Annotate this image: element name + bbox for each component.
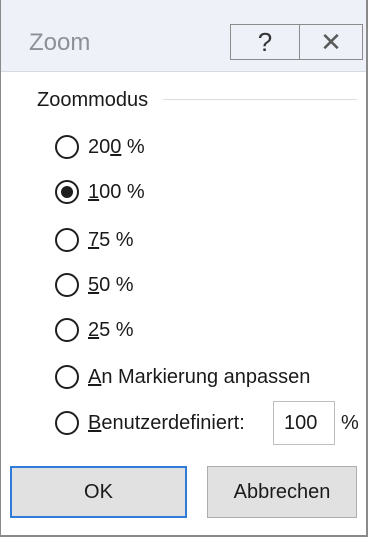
custom-zoom-input[interactable] bbox=[273, 401, 335, 445]
radio-option-custom[interactable]: Benutzerdefiniert: bbox=[55, 410, 245, 436]
radio-button[interactable] bbox=[55, 180, 79, 204]
radio-option-fit-selection[interactable]: An Markierung anpassen bbox=[55, 364, 310, 390]
dialog-title: Zoom bbox=[29, 29, 91, 56]
radio-button[interactable] bbox=[55, 228, 79, 252]
close-button[interactable]: ✕ bbox=[299, 24, 363, 60]
radio-label: 100 % bbox=[88, 180, 145, 203]
radio-button[interactable] bbox=[55, 411, 79, 435]
percent-unit-label: % bbox=[341, 412, 359, 434]
ok-button[interactable]: OK bbox=[10, 466, 187, 518]
close-icon: ✕ bbox=[320, 26, 342, 57]
radio-label: 75 % bbox=[88, 228, 134, 251]
radio-label: An Markierung anpassen bbox=[88, 365, 311, 388]
radio-option-75[interactable]: 75 % bbox=[55, 227, 134, 253]
radio-option-100[interactable]: 100 % bbox=[55, 179, 145, 205]
radio-option-50[interactable]: 50 % bbox=[55, 272, 134, 298]
zoom-dialog: Zoom ? ✕ Zoommodus 200 % 100 % 75 % 50 % bbox=[0, 0, 368, 537]
radio-label: 25 % bbox=[88, 318, 134, 341]
radio-option-25[interactable]: 25 % bbox=[55, 317, 134, 343]
radio-label: 200 % bbox=[88, 135, 145, 158]
radio-button[interactable] bbox=[55, 135, 79, 159]
question-mark-icon: ? bbox=[257, 26, 273, 57]
help-button[interactable]: ? bbox=[230, 24, 300, 60]
radio-option-200[interactable]: 200 % bbox=[55, 134, 145, 160]
radio-button[interactable] bbox=[55, 365, 79, 389]
group-divider bbox=[163, 99, 357, 100]
cancel-button[interactable]: Abbrechen bbox=[207, 466, 357, 518]
radio-button[interactable] bbox=[55, 318, 79, 342]
radio-label: 50 % bbox=[88, 273, 134, 296]
radio-label: Benutzerdefiniert: bbox=[88, 411, 245, 434]
title-bar: Zoom ? ✕ bbox=[1, 0, 366, 72]
group-label-zoommodus: Zoommodus bbox=[37, 89, 149, 111]
radio-dot bbox=[61, 186, 73, 198]
radio-button[interactable] bbox=[55, 273, 79, 297]
dialog-content: Zoommodus 200 % 100 % 75 % 50 % 25 % An … bbox=[1, 72, 366, 535]
